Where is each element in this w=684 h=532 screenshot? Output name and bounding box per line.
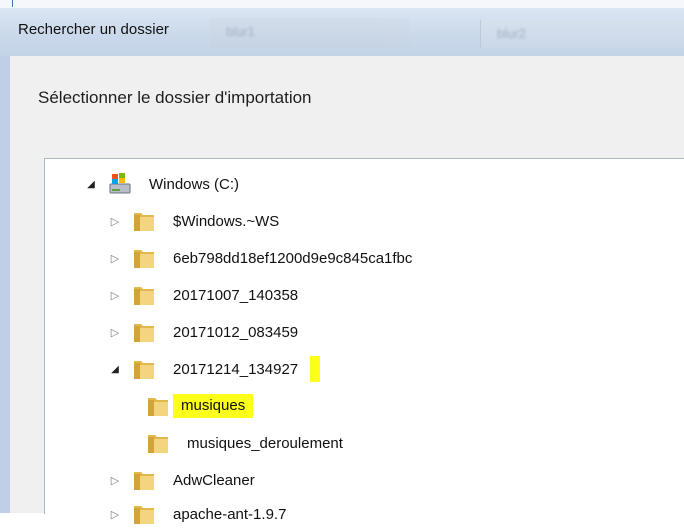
tree-item-label: musiques_deroulement: [187, 434, 343, 452]
background-tab-label: blur2: [497, 26, 526, 41]
tree-item-20171012[interactable]: ▷ 20171012_083459: [109, 315, 302, 349]
expand-closed-icon[interactable]: ▷: [109, 508, 121, 521]
tree-item-6eb798[interactable]: ▷ 6eb798dd18ef1200d9e9c845ca1fbc: [109, 241, 416, 275]
tree-item-label: $Windows.~WS: [173, 212, 280, 230]
tree-item-musiques[interactable]: musiques: [145, 389, 254, 423]
folder-icon: [131, 208, 157, 234]
background-tab: blur1: [210, 18, 410, 48]
window-title: Rechercher un dossier: [18, 21, 169, 38]
expand-closed-icon[interactable]: ▷: [109, 215, 121, 228]
dialog-prompt: Sélectionner le dossier d'importation: [38, 88, 312, 107]
expand-closed-icon[interactable]: ▷: [109, 326, 121, 339]
folder-icon: [131, 501, 157, 527]
tree-item-adwcleaner[interactable]: ▷ AdwCleaner: [109, 463, 259, 497]
windows-drive-icon: [107, 171, 133, 197]
folder-icon: [131, 356, 157, 382]
folder-icon: [131, 319, 157, 345]
background-tab: blur2: [480, 20, 684, 48]
folder-icon: [145, 393, 171, 419]
tree-item-apache-ant[interactable]: ▷ apache-ant-1.9.7: [109, 497, 290, 531]
folder-icon: [131, 467, 157, 493]
tree-item-20171214[interactable]: ◢ 20171214_134927: [109, 352, 321, 386]
expand-closed-icon[interactable]: ▷: [109, 252, 121, 265]
expand-closed-icon[interactable]: ▷: [109, 289, 121, 302]
tree-item-label: 20171007_140358: [173, 286, 299, 304]
text-caret: [12, 0, 13, 7]
tree-item-label: AdwCleaner: [173, 471, 255, 489]
folder-tree[interactable]: ◢ Windows (C:) ▷ $Windows.~WS ▷ 6eb798dd…: [44, 158, 684, 524]
expand-open-icon[interactable]: ◢: [85, 178, 97, 190]
highlight-mark: [310, 356, 321, 382]
tree-item-windows-ws[interactable]: ▷ $Windows.~WS: [109, 204, 283, 238]
tree-item-label: 20171012_083459: [173, 323, 299, 341]
background-tab-label: blur1: [226, 24, 255, 39]
tree-item-label: musiques: [173, 394, 254, 418]
folder-icon: [145, 430, 171, 456]
tree-item-label: Windows (C:): [149, 175, 240, 193]
expand-closed-icon[interactable]: ▷: [109, 474, 121, 487]
tree-item-musiques-deroulement[interactable]: musiques_deroulement: [145, 426, 347, 460]
tree-item-20171007[interactable]: ▷ 20171007_140358: [109, 278, 302, 312]
title-bar[interactable]: blur1 blur2 Rechercher un dossier: [0, 8, 684, 56]
tree-item-label: 20171214_134927: [173, 360, 299, 378]
tree-item-label: 6eb798dd18ef1200d9e9c845ca1fbc: [173, 249, 413, 267]
expand-open-icon[interactable]: ◢: [109, 363, 121, 375]
folder-icon: [131, 245, 157, 271]
folder-icon: [131, 282, 157, 308]
tree-root-windows-c[interactable]: ◢ Windows (C:): [85, 167, 243, 201]
tree-item-label: apache-ant-1.9.7: [173, 505, 287, 523]
